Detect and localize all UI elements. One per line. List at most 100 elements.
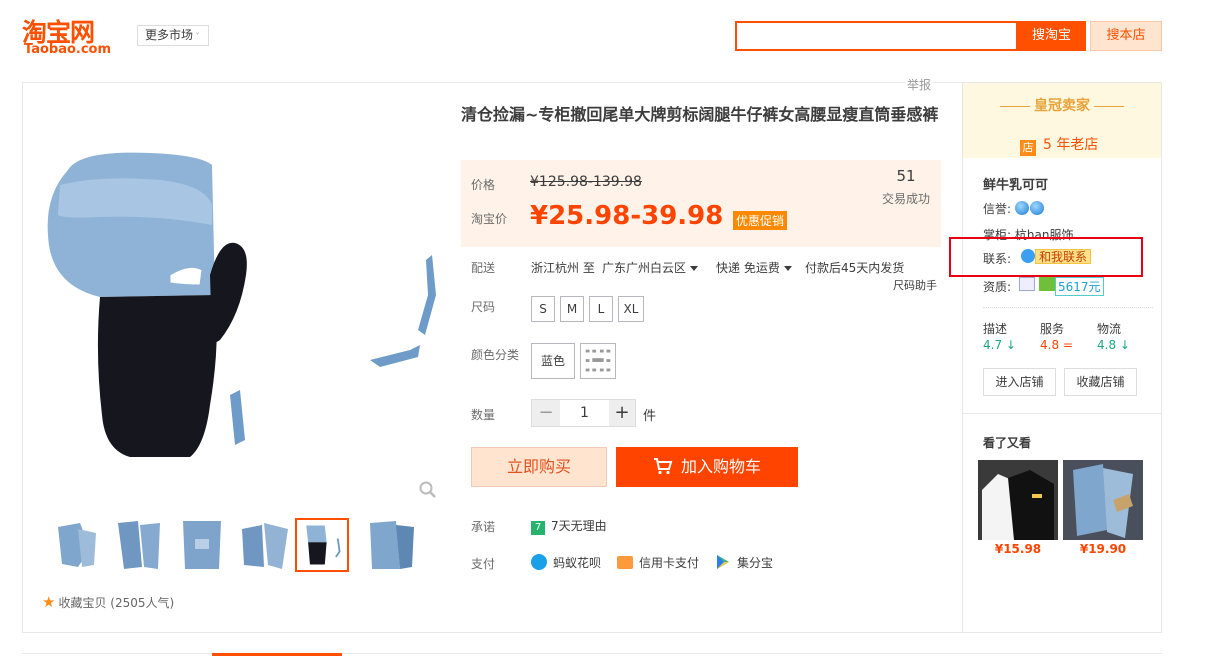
seven-day-return-icon: 7 — [531, 521, 545, 535]
report-link[interactable]: 举报 — [905, 76, 934, 93]
add-to-cart-button[interactable]: 加入购物车 — [616, 447, 798, 487]
recommended-item-2-image[interactable] — [1063, 460, 1143, 540]
id-cert-icon[interactable] — [1019, 277, 1035, 291]
quantity-minus-button[interactable]: − — [532, 400, 560, 426]
payment-jifenbao-label: 集分宝 — [737, 556, 774, 570]
more-market-dropdown[interactable]: 更多市场 ˅ — [137, 25, 209, 46]
jifenbao-icon — [717, 555, 729, 569]
add-to-cart-label: 加入购物车 — [680, 457, 761, 476]
delivery-destination[interactable]: 广东广州白云区 — [602, 259, 699, 276]
recommended-item-2-price[interactable]: ¥19.90 — [1063, 542, 1143, 556]
deposit-amount[interactable]: 5617元 — [1055, 277, 1104, 296]
color-option-blue[interactable]: 蓝色 — [531, 343, 575, 379]
cart-icon — [653, 458, 673, 475]
search-box[interactable] — [735, 21, 1018, 51]
crown-seller-title: 皇冠卖家 — [963, 95, 1161, 115]
seven-day-return[interactable]: 7 7天无理由 — [531, 517, 607, 535]
taobao-logo[interactable]: 淘宝网 Taobao.com — [22, 13, 118, 57]
product-title: 清仓捡漏~专柜撤回尾单大牌剪标阔腿牛仔裤女高腰显瘦直筒垂感裤 — [461, 105, 939, 124]
thumbnail-2[interactable] — [112, 519, 166, 571]
credit-card-icon — [617, 556, 633, 569]
taobao-price-label: 淘宝价 — [471, 212, 508, 226]
crown-rank-icon — [1014, 201, 1029, 215]
equal-icon: = — [1062, 338, 1073, 352]
caret-down-icon — [783, 266, 792, 271]
score-service-label: 服务 — [1040, 322, 1065, 336]
delivery-label: 配送 — [471, 261, 496, 275]
delivery-type-label: 快递 免运费 — [716, 261, 780, 275]
arrow-down-icon: ↓ — [1119, 338, 1130, 352]
thumbnail-4[interactable] — [238, 519, 292, 571]
arrow-down-icon: ↓ — [1005, 338, 1016, 352]
thumbnail-1[interactable] — [50, 519, 104, 571]
divider-line — [1000, 105, 1030, 107]
detail-tabs-bar — [22, 653, 1162, 659]
chevron-down-icon: ˅ — [193, 32, 200, 41]
logo-text-en: Taobao.com — [24, 42, 112, 57]
score-logistics-number: 4.8 — [1097, 338, 1117, 352]
star-icon: ★ — [42, 593, 56, 611]
main-product-image[interactable] — [40, 145, 440, 470]
payment-jifenbao: 集分宝 — [715, 554, 773, 571]
favorite-shop-button[interactable]: 收藏店铺 — [1064, 368, 1137, 396]
deposit-icon[interactable] — [1039, 277, 1055, 291]
caret-down-icon — [690, 266, 699, 271]
score-desc-label: 描述 — [983, 322, 1008, 336]
score-service-value: 4.8 = — [1040, 338, 1073, 352]
size-helper-link[interactable]: 尺码助手 — [893, 277, 937, 293]
sale-price: ¥25.98-39.98 — [530, 201, 724, 231]
payment-credit-card: 信用卡支付 — [617, 554, 699, 571]
quantity-plus-button[interactable]: + — [609, 400, 635, 426]
color-label: 颜色分类 — [471, 348, 520, 362]
delivery-destination-label: 广东广州白云区 — [602, 261, 687, 275]
recommended-item-1-price[interactable]: ¥15.98 — [978, 542, 1058, 556]
active-tab-indicator[interactable] — [212, 653, 342, 656]
delivery-type[interactable]: 快递 免运费 — [716, 259, 792, 276]
favorite-count: (2505人气) — [110, 596, 175, 610]
score-service-number: 4.8 — [1040, 338, 1060, 352]
color-option-image[interactable] — [580, 343, 616, 379]
size-option-m[interactable]: M — [560, 296, 584, 322]
size-option-xl[interactable]: XL — [618, 296, 644, 322]
delivery-from: 浙江杭州 至 — [531, 261, 595, 275]
size-option-s[interactable]: S — [531, 296, 555, 322]
seven-day-return-label: 7天无理由 — [551, 519, 607, 533]
quantity-stepper: − 1 + — [531, 399, 636, 427]
buy-now-button[interactable]: 立即购买 — [471, 447, 607, 487]
promo-tag[interactable]: 优惠促销 — [733, 211, 788, 230]
credit-row: 信誉: — [983, 200, 1045, 217]
sold-label: 交易成功 — [881, 192, 930, 206]
favorite-product[interactable]: ★ 收藏宝贝 (2505人气) — [42, 593, 174, 611]
size-label: 尺码 — [471, 300, 496, 314]
score-desc-number: 4.7 — [983, 338, 1003, 352]
highlight-box — [949, 237, 1143, 277]
thumbnail-3[interactable] — [175, 519, 229, 571]
thumbnail-6[interactable] — [366, 519, 420, 571]
favorite-label: 收藏宝贝 — [58, 596, 107, 610]
zoom-icon[interactable] — [418, 480, 438, 500]
crown-seller-label: 皇冠卖家 — [1034, 98, 1090, 114]
shop-age: 店 5 年老店 — [1020, 134, 1098, 156]
payment-huabei: 蚂蚁花呗 — [531, 554, 601, 571]
quantity-label: 数量 — [471, 408, 496, 422]
shop-icon: 店 — [1020, 140, 1036, 156]
sold-count: 51 — [896, 167, 916, 185]
search-taobao-button[interactable]: 搜淘宝 — [1017, 21, 1086, 51]
promise-label: 承诺 — [471, 520, 496, 534]
payment-huabei-label: 蚂蚁花呗 — [553, 556, 602, 570]
delivery-time: 付款后45天内发货 — [805, 261, 905, 275]
crown-rank-icon — [1029, 201, 1044, 215]
thumbnail-5[interactable] — [295, 518, 349, 572]
divider — [963, 413, 1161, 414]
recommended-item-1-image[interactable] — [978, 460, 1058, 540]
score-desc-value: 4.7 ↓ — [983, 338, 1016, 352]
seller-name[interactable]: 鲜牛乳可可 — [983, 174, 1048, 193]
shop-age-label: 5 年老店 — [1043, 137, 1099, 153]
search-input[interactable] — [737, 23, 1016, 49]
enter-shop-button[interactable]: 进入店铺 — [983, 368, 1056, 396]
search-shop-button[interactable]: 搜本店 — [1090, 21, 1162, 51]
score-logistics-label: 物流 — [1097, 322, 1122, 336]
huabei-icon — [531, 554, 547, 570]
size-option-l[interactable]: L — [589, 296, 613, 322]
quantity-input[interactable]: 1 — [560, 400, 609, 426]
